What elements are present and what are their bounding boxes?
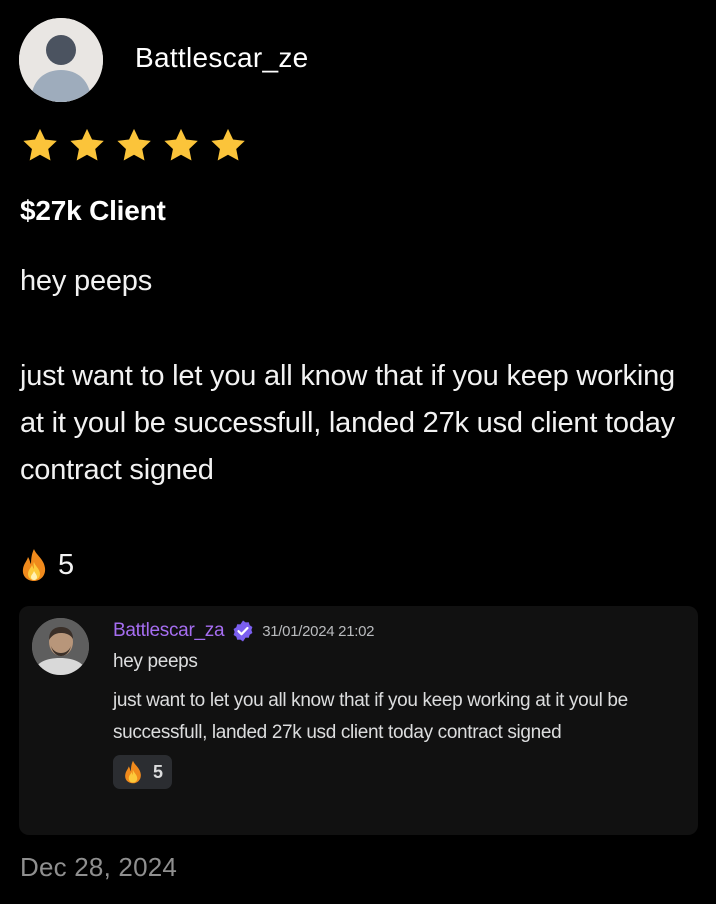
star-icon	[164, 128, 198, 161]
embed-message: just want to let you all know that if yo…	[113, 690, 628, 743]
reaction[interactable]: 5	[20, 548, 74, 582]
review-message: just want to let you all know that if yo…	[20, 360, 675, 486]
default-avatar-icon	[19, 18, 103, 102]
star-icon	[117, 128, 151, 161]
star-icon	[23, 128, 57, 161]
reaction-count: 5	[58, 548, 75, 581]
review-date: Dec 28, 2024	[20, 852, 178, 882]
fire-icon	[125, 760, 141, 784]
embed-timestamp: 31/01/2024 21:02	[262, 622, 375, 640]
username[interactable]: Battlescar_ze	[135, 42, 309, 74]
review-header: Battlescar_ze	[19, 18, 309, 102]
fire-icon	[22, 549, 46, 581]
discord-message-embed: Battlescar_za 31/01/2024 21:02 hey peeps…	[19, 606, 698, 835]
embed-message-body: hey peeps just want to let you all know …	[113, 646, 689, 749]
embed-greeting: hey peeps	[113, 651, 198, 672]
review-title: $27k Client	[20, 195, 166, 226]
star-icon	[211, 128, 245, 161]
star-icon	[70, 128, 104, 161]
star-rating	[19, 125, 249, 167]
embed-header: Battlescar_za 31/01/2024 21:02	[113, 618, 689, 644]
verified-badge-icon	[233, 620, 253, 642]
embed-content: Battlescar_za 31/01/2024 21:02 hey peeps…	[113, 618, 689, 789]
embed-reaction-count: 5	[153, 761, 164, 782]
avatar[interactable]	[19, 18, 103, 102]
embed-reaction[interactable]: 5	[113, 755, 173, 789]
embed-avatar[interactable]	[32, 618, 89, 675]
review-body: hey peeps just want to let you all know …	[20, 258, 690, 494]
embed-author-name[interactable]: Battlescar_za	[113, 620, 225, 642]
user-photo-avatar	[32, 618, 89, 675]
review-card: Battlescar_ze $27k Client hey peeps just…	[0, 0, 716, 904]
review-greeting: hey peeps	[20, 265, 153, 297]
